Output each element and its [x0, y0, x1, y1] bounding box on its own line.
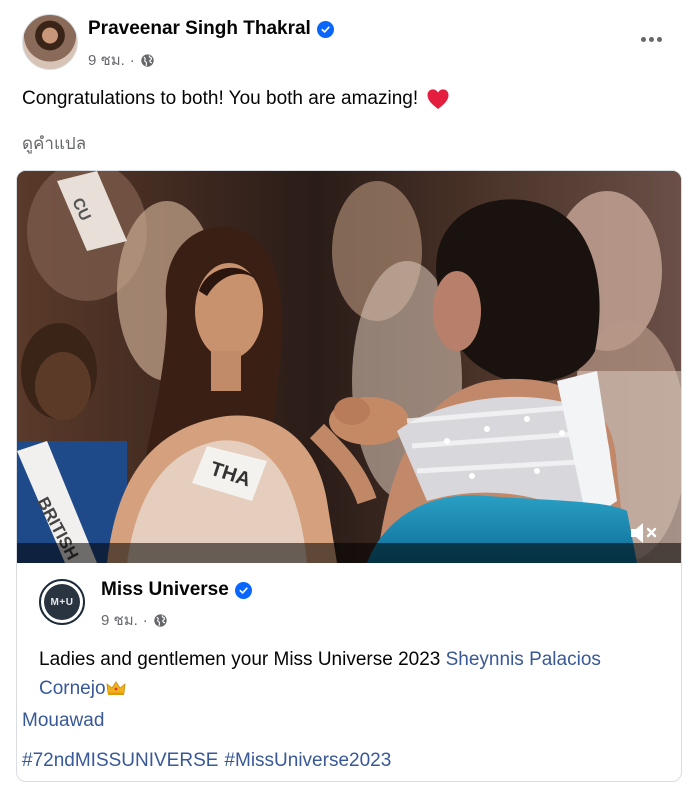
- facebook-post: Praveenar Singh Thakral 9 ชม. · Congratu…: [0, 0, 700, 785]
- author-avatar[interactable]: [22, 14, 78, 70]
- crown-emoji: [106, 681, 126, 695]
- verified-badge-icon: [234, 581, 252, 599]
- red-heart-emoji: [427, 89, 449, 109]
- winner-name-link-part2[interactable]: Cornejo: [39, 678, 106, 699]
- miss-universe-logo[interactable]: M+U: [39, 579, 85, 625]
- video-frame: BRITISH CU THA: [17, 171, 681, 563]
- globe-icon: [154, 613, 167, 627]
- logo-text: M+U: [44, 584, 80, 620]
- verified-badge-icon: [316, 20, 334, 38]
- shared-time[interactable]: 9 ชม.: [101, 608, 138, 632]
- shared-post-card[interactable]: BRITISH CU THA M+U Miss Universe 9 ชม. ·…: [16, 170, 682, 782]
- hashtag-link[interactable]: #72ndMISSUNIVERSE: [22, 750, 218, 772]
- hashtags-row: #72ndMISSUNIVERSE #MissUniverse2023: [22, 750, 391, 772]
- shared-meta: 9 ชม. ·: [101, 608, 168, 632]
- winner-name-link-part1[interactable]: Sheynnis Palacios: [446, 649, 601, 670]
- more-options-icon[interactable]: [634, 26, 668, 52]
- hashtag-link[interactable]: #MissUniverse2023: [224, 750, 391, 772]
- meta-separator: ·: [129, 51, 135, 69]
- mouawad-link[interactable]: Mouawad: [22, 710, 104, 732]
- speaker-muted-icon[interactable]: [627, 518, 659, 548]
- see-translation-link[interactable]: ดูคำแปล: [22, 130, 86, 157]
- shared-author-name[interactable]: Miss Universe: [101, 579, 229, 601]
- author-name-row: Praveenar Singh Thakral: [88, 18, 334, 40]
- author-name[interactable]: Praveenar Singh Thakral: [88, 18, 311, 40]
- shared-text-plain: Ladies and gentlemen your Miss Universe …: [39, 649, 446, 670]
- post-text: Congratulations to both! You both are am…: [22, 88, 419, 109]
- meta-separator: ·: [142, 611, 148, 629]
- post-meta: 9 ชม. ·: [88, 48, 155, 72]
- shared-text: Ladies and gentlemen your Miss Universe …: [39, 645, 659, 703]
- post-text-row: Congratulations to both! You both are am…: [22, 88, 450, 110]
- video-player[interactable]: BRITISH CU THA: [17, 171, 681, 563]
- globe-icon: [141, 53, 154, 67]
- post-time[interactable]: 9 ชม.: [88, 48, 125, 72]
- shared-author-row: Miss Universe: [101, 579, 252, 601]
